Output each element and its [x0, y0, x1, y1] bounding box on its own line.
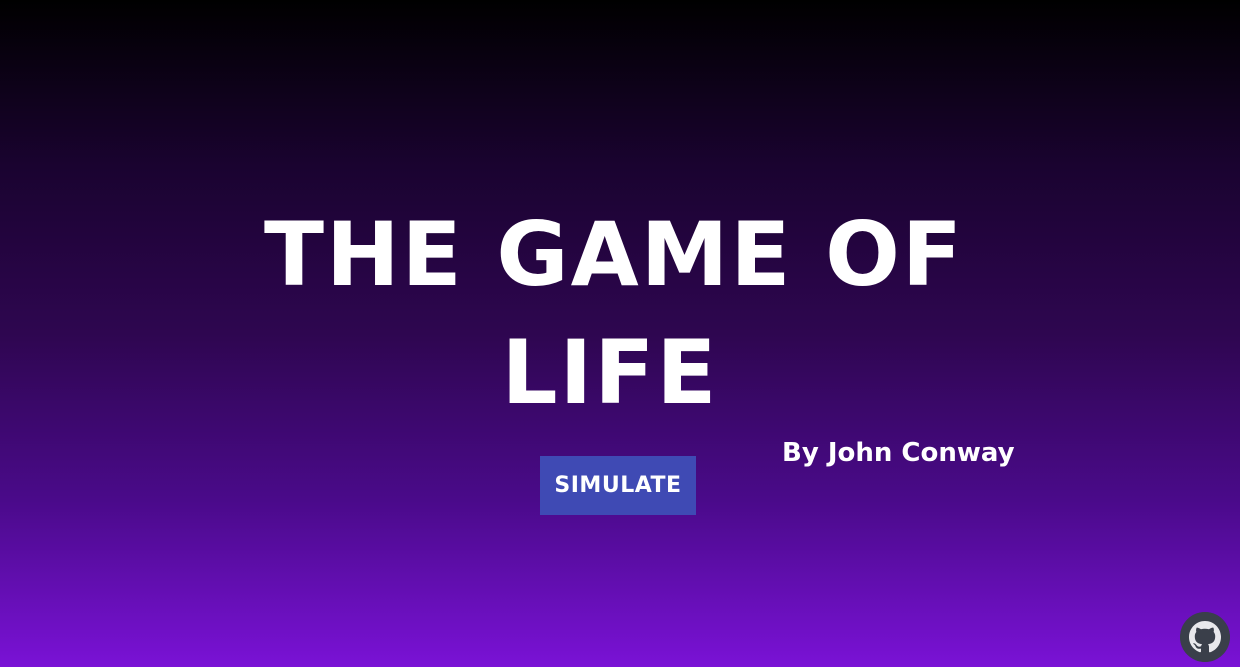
title-line-1: THE GAME OF [263, 203, 964, 306]
page-title: THE GAME OF LIFE [0, 196, 1240, 432]
author-byline: By John Conway [782, 438, 1015, 468]
github-link[interactable] [1180, 612, 1230, 662]
title-line-2: LIFE [501, 321, 719, 424]
simulate-button[interactable]: SIMULATE [540, 456, 696, 515]
github-icon [1180, 612, 1230, 662]
